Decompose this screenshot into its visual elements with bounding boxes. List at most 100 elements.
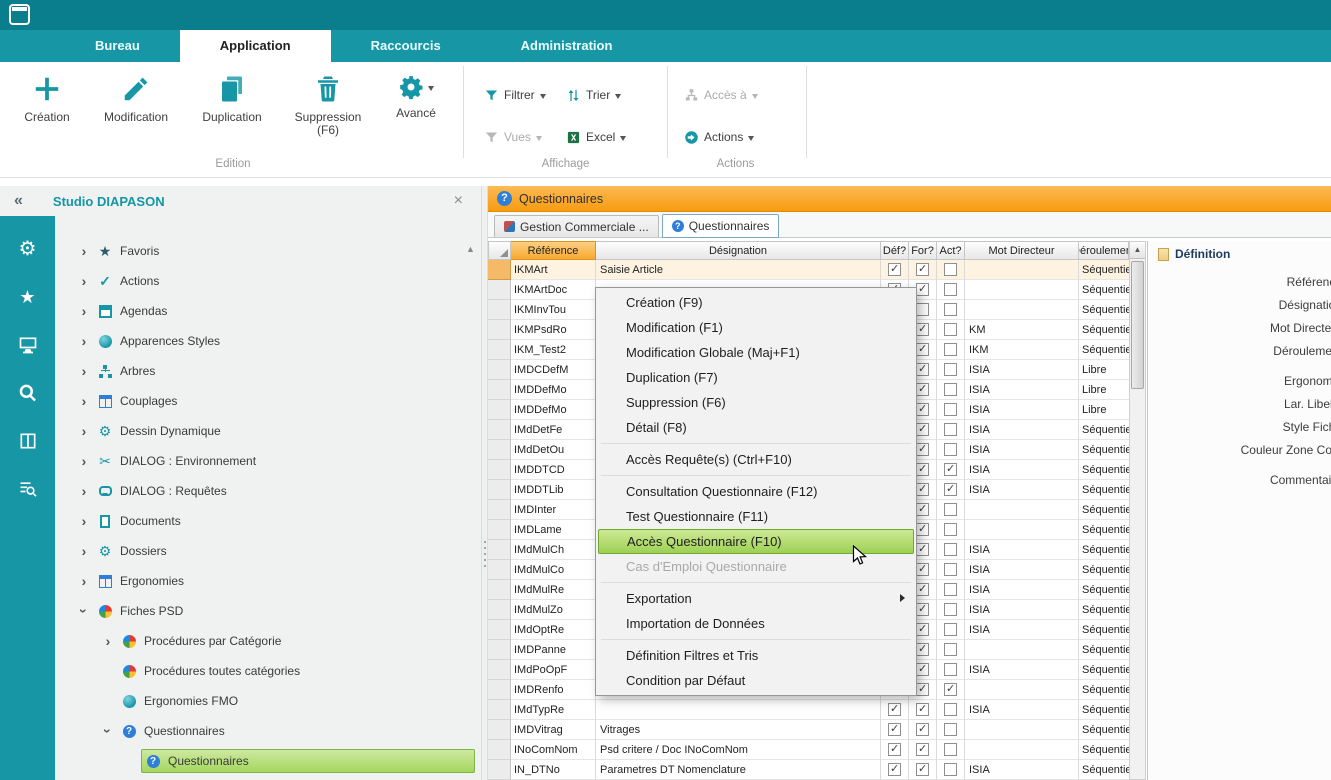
- chevron-icon[interactable]: ›: [75, 393, 93, 409]
- cell-reference[interactable]: IMdDetOu: [511, 440, 596, 460]
- cell-reference[interactable]: IMdOptRe: [511, 620, 596, 640]
- cell-deroulement[interactable]: Séquentiel: [1079, 520, 1129, 540]
- cell-deroulement[interactable]: Séquentiel: [1079, 480, 1129, 500]
- context-menu-item[interactable]: Création (F9): [596, 290, 916, 315]
- row-selector[interactable]: [488, 440, 511, 460]
- cell-deroulement[interactable]: Séquentiel: [1079, 440, 1129, 460]
- tab-gestion-commerciale[interactable]: Gestion Commerciale ...: [494, 215, 659, 237]
- checkbox-for[interactable]: [916, 343, 929, 356]
- cell-deroulement[interactable]: Séquentiel: [1079, 760, 1129, 780]
- checkbox-for[interactable]: [916, 283, 929, 296]
- checkbox-for[interactable]: [916, 703, 929, 716]
- cell-reference[interactable]: IMDInter: [511, 500, 596, 520]
- window-titlebar[interactable]: [0, 0, 1331, 30]
- checkbox-act[interactable]: [944, 543, 957, 556]
- row-selector[interactable]: [488, 660, 511, 680]
- checkbox-for[interactable]: [916, 263, 929, 276]
- cell-reference[interactable]: INoComNom: [511, 740, 596, 760]
- context-menu-item[interactable]: Modification (F1): [596, 315, 916, 340]
- scrollbar-thumb[interactable]: [1131, 261, 1144, 389]
- context-menu-item[interactable]: Consultation Questionnaire (F12): [596, 479, 916, 504]
- cell-designation[interactable]: Vitrages: [596, 720, 881, 740]
- tree-item[interactable]: › Arbres: [55, 356, 481, 386]
- cell-mot-directeur[interactable]: ISIA: [965, 540, 1079, 560]
- sidebar-collapse-button[interactable]: «: [14, 192, 23, 210]
- cell-reference[interactable]: IMdMulCh: [511, 540, 596, 560]
- cell-mot-directeur[interactable]: ISIA: [965, 440, 1079, 460]
- cell-mot-directeur[interactable]: [965, 680, 1079, 700]
- cell-reference[interactable]: IKM_Test2: [511, 340, 596, 360]
- cell-mot-directeur[interactable]: ISIA: [965, 760, 1079, 780]
- row-selector[interactable]: [488, 680, 511, 700]
- checkbox-for[interactable]: [916, 663, 929, 676]
- column-header-designation[interactable]: Désignation: [596, 241, 881, 260]
- cell-deroulement[interactable]: Séquentiel: [1079, 640, 1129, 660]
- context-menu-item[interactable]: Exportation: [596, 586, 916, 611]
- modification-button[interactable]: Modification: [88, 66, 184, 156]
- cell-reference[interactable]: IMDCDefM: [511, 360, 596, 380]
- cell-reference[interactable]: IMDRenfo: [511, 680, 596, 700]
- tree-item[interactable]: › DIALOG : Requêtes: [55, 476, 481, 506]
- creation-button[interactable]: Création: [8, 66, 86, 156]
- row-selector[interactable]: [488, 300, 511, 320]
- checkbox-act[interactable]: [944, 683, 957, 696]
- columns-icon[interactable]: [17, 430, 39, 452]
- checkbox-def[interactable]: [888, 743, 901, 756]
- context-menu-item[interactable]: Duplication (F7): [596, 365, 916, 390]
- checkbox-for[interactable]: [916, 503, 929, 516]
- cell-deroulement[interactable]: Séquentiel: [1079, 280, 1129, 300]
- cell-deroulement[interactable]: Séquentiel: [1079, 680, 1129, 700]
- checkbox-act[interactable]: [944, 483, 957, 496]
- cell-designation[interactable]: Saisie Article: [596, 260, 881, 280]
- column-header-for[interactable]: For?: [909, 241, 937, 260]
- gear-icon[interactable]: ⚙: [17, 238, 39, 260]
- search-icon[interactable]: [17, 382, 39, 404]
- cell-mot-directeur[interactable]: [965, 500, 1079, 520]
- column-header-deroulement[interactable]: Déroulement: [1079, 241, 1129, 260]
- chevron-icon[interactable]: ›: [75, 273, 93, 289]
- checkbox-for[interactable]: [916, 323, 929, 336]
- row-selector[interactable]: [488, 740, 511, 760]
- cell-mot-directeur[interactable]: [965, 740, 1079, 760]
- chevron-icon[interactable]: ›: [75, 363, 93, 379]
- context-menu-item[interactable]: Importation de Données: [596, 611, 916, 636]
- duplication-button[interactable]: Duplication: [186, 66, 278, 156]
- checkbox-def[interactable]: [888, 703, 901, 716]
- checkbox-act[interactable]: [944, 763, 957, 776]
- cell-deroulement[interactable]: Séquentiel: [1079, 300, 1129, 320]
- cell-designation[interactable]: Parametres DT Nomenclature: [596, 760, 881, 780]
- context-menu-item[interactable]: Définition Filtres et Tris: [596, 643, 916, 668]
- cell-mot-directeur[interactable]: [965, 280, 1079, 300]
- context-menu-item[interactable]: Accès Requête(s) (Ctrl+F10): [596, 447, 916, 472]
- checkbox-act[interactable]: [944, 523, 957, 536]
- row-selector[interactable]: [488, 260, 511, 280]
- cell-mot-directeur[interactable]: ISIA: [965, 420, 1079, 440]
- checkbox-for[interactable]: [916, 723, 929, 736]
- search-list-icon[interactable]: [17, 478, 39, 500]
- checkbox-act[interactable]: [944, 463, 957, 476]
- checkbox-act[interactable]: [944, 303, 957, 316]
- checkbox-act[interactable]: [944, 283, 957, 296]
- cell-reference[interactable]: IKMPsdRo: [511, 320, 596, 340]
- checkbox-act[interactable]: [944, 323, 957, 336]
- row-selector[interactable]: [488, 480, 511, 500]
- cell-reference[interactable]: IMdDetFe: [511, 420, 596, 440]
- cell-deroulement[interactable]: Séquentiel: [1079, 320, 1129, 340]
- checkbox-for[interactable]: [916, 743, 929, 756]
- checkbox-for[interactable]: [916, 443, 929, 456]
- tree-scroll-up-icon[interactable]: [463, 242, 478, 256]
- cell-deroulement[interactable]: Libre: [1079, 380, 1129, 400]
- cell-reference[interactable]: IMdMulZo: [511, 600, 596, 620]
- chevron-icon[interactable]: ›: [75, 483, 93, 499]
- checkbox-act[interactable]: [944, 623, 957, 636]
- tree-item[interactable]: › ⚙ Dossiers: [55, 536, 481, 566]
- cell-deroulement[interactable]: Séquentiel: [1079, 600, 1129, 620]
- cell-deroulement[interactable]: Séquentiel: [1079, 620, 1129, 640]
- checkbox-act[interactable]: [944, 643, 957, 656]
- row-selector[interactable]: [488, 420, 511, 440]
- checkbox-for[interactable]: [916, 683, 929, 696]
- cell-mot-directeur[interactable]: ISIA: [965, 620, 1079, 640]
- cell-designation[interactable]: Psd critere / Doc INoComNom: [596, 740, 881, 760]
- table-row[interactable]: INoComNom Psd critere / Doc INoComNom Sé…: [488, 740, 1129, 760]
- tree-item[interactable]: › Fiches PSD: [55, 596, 481, 626]
